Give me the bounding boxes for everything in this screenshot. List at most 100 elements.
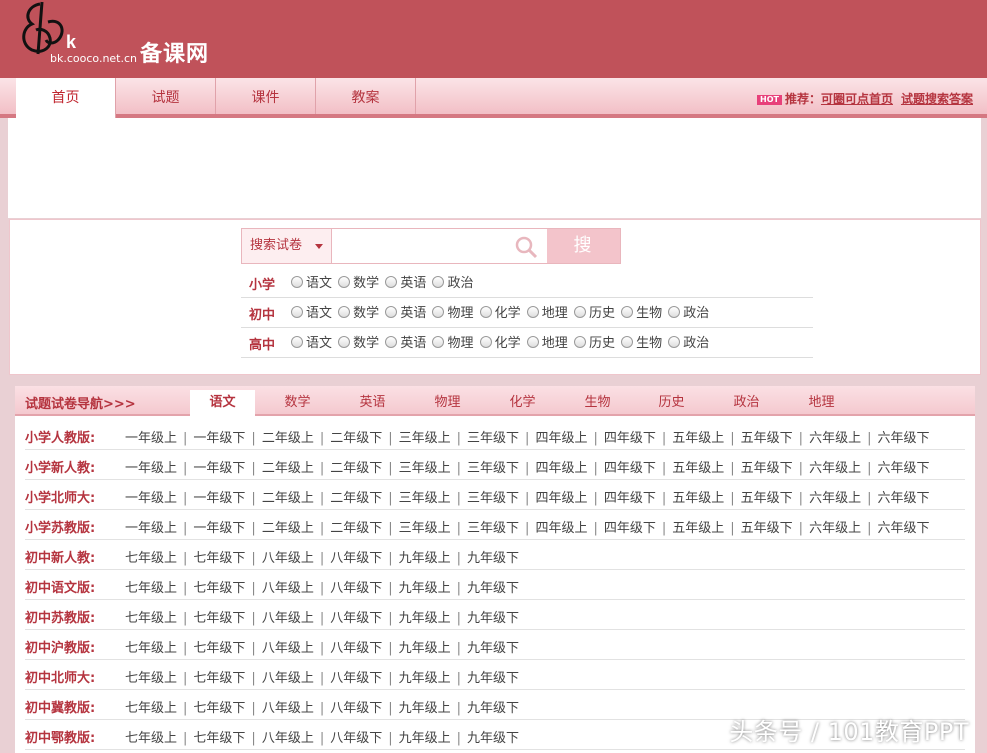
grade-link[interactable]: 七年级下 — [193, 637, 245, 656]
grade-link[interactable]: 六年级下 — [877, 517, 929, 536]
grade-link[interactable]: 七年级上 — [125, 607, 177, 626]
grade-link[interactable]: 五年级下 — [741, 427, 793, 446]
grade-link[interactable]: 五年级上 — [672, 427, 724, 446]
grade-link[interactable]: 七年级下 — [193, 667, 245, 686]
radio-button[interactable] — [432, 276, 445, 288]
grade-link[interactable]: 五年级下 — [741, 517, 793, 536]
grade-link[interactable]: 七年级上 — [125, 547, 177, 566]
subject-radio-option[interactable]: 英语 — [385, 272, 426, 291]
radio-button[interactable] — [479, 306, 492, 318]
radio-button[interactable] — [291, 276, 303, 288]
grade-link[interactable]: 四年级下 — [604, 457, 656, 476]
grade-link[interactable]: 七年级上 — [125, 667, 177, 686]
search-type-select[interactable]: 搜索试卷 — [242, 229, 332, 263]
grade-link[interactable]: 五年级上 — [672, 457, 724, 476]
grade-link[interactable]: 一年级上 — [125, 427, 177, 446]
grade-link[interactable]: 三年级下 — [467, 517, 519, 536]
grade-link[interactable]: 六年级上 — [809, 487, 861, 506]
subject-radio-option[interactable]: 历史 — [573, 332, 615, 351]
grade-link[interactable]: 四年级上 — [535, 427, 587, 446]
grade-link[interactable]: 二年级下 — [330, 457, 382, 476]
grade-link[interactable]: 七年级上 — [125, 697, 177, 716]
tab-subject-english[interactable]: 英语 — [340, 390, 405, 416]
grade-link[interactable]: 四年级下 — [604, 517, 656, 536]
tab-subject-politics[interactable]: 政治 — [714, 390, 779, 416]
grade-link[interactable]: 七年级下 — [193, 577, 245, 596]
radio-button[interactable] — [432, 306, 445, 318]
tab-subject-history[interactable]: 历史 — [639, 390, 704, 416]
subject-radio-option[interactable]: 生物 — [621, 302, 662, 321]
grade-link[interactable]: 七年级上 — [125, 727, 177, 746]
grade-link[interactable]: 三年级上 — [399, 457, 451, 476]
subject-radio-option[interactable]: 历史 — [573, 302, 615, 321]
subject-radio-option[interactable]: 物理 — [432, 302, 473, 321]
grade-link[interactable]: 八年级下 — [330, 637, 382, 656]
grade-link[interactable]: 二年级下 — [330, 517, 382, 536]
grade-link[interactable]: 一年级上 — [125, 487, 177, 506]
grade-link[interactable]: 八年级上 — [262, 697, 314, 716]
grade-link[interactable]: 八年级下 — [330, 577, 382, 596]
tab-lesson-plans[interactable]: 教案 — [316, 78, 416, 114]
grade-link[interactable]: 七年级下 — [193, 727, 245, 746]
grade-link[interactable]: 八年级上 — [262, 577, 314, 596]
grade-link[interactable]: 九年级下 — [467, 667, 519, 686]
grade-link[interactable]: 三年级上 — [399, 427, 451, 446]
grade-link[interactable]: 九年级下 — [467, 727, 519, 746]
grade-link[interactable]: 四年级上 — [535, 517, 587, 536]
grade-link[interactable]: 四年级上 — [535, 487, 587, 506]
grade-link[interactable]: 七年级上 — [125, 577, 177, 596]
grade-link[interactable]: 九年级下 — [467, 607, 519, 626]
recommend-link-question-search[interactable]: 试题搜索答案 — [901, 92, 973, 106]
grade-link[interactable]: 一年级下 — [193, 427, 245, 446]
tab-subject-math[interactable]: 数学 — [265, 390, 330, 416]
grade-link[interactable]: 九年级上 — [399, 697, 451, 716]
radio-button[interactable] — [385, 306, 398, 318]
radio-button[interactable] — [573, 306, 586, 318]
subject-radio-option[interactable]: 政治 — [432, 272, 473, 291]
radio-button[interactable] — [338, 306, 351, 318]
subject-radio-option[interactable]: 英语 — [385, 302, 426, 321]
grade-link[interactable]: 二年级下 — [330, 487, 382, 506]
radio-button[interactable] — [668, 306, 681, 318]
radio-button[interactable] — [291, 336, 303, 348]
site-logo[interactable]: k bk.cooco.net.cn 备课网 — [18, 0, 218, 70]
subject-radio-option[interactable]: 语文 — [291, 272, 332, 291]
grade-link[interactable]: 九年级上 — [399, 667, 451, 686]
grade-link[interactable]: 七年级上 — [125, 637, 177, 656]
tab-home[interactable]: 首页 — [16, 78, 116, 118]
tab-subject-biology[interactable]: 生物 — [565, 390, 630, 416]
grade-link[interactable]: 三年级上 — [399, 517, 451, 536]
subject-radio-option[interactable]: 英语 — [385, 332, 426, 351]
grade-link[interactable]: 四年级下 — [604, 427, 656, 446]
tab-subject-chemistry[interactable]: 化学 — [490, 390, 555, 416]
grade-link[interactable]: 七年级下 — [193, 607, 245, 626]
grade-link[interactable]: 四年级上 — [535, 457, 587, 476]
subject-radio-option[interactable]: 地理 — [526, 332, 568, 351]
grade-link[interactable]: 五年级上 — [672, 517, 724, 536]
grade-link[interactable]: 五年级下 — [741, 487, 793, 506]
radio-button[interactable] — [479, 336, 492, 348]
grade-link[interactable]: 八年级上 — [262, 667, 314, 686]
grade-link[interactable]: 八年级下 — [330, 667, 382, 686]
radio-button[interactable] — [526, 306, 539, 318]
grade-link[interactable]: 八年级下 — [330, 727, 382, 746]
grade-link[interactable]: 八年级下 — [330, 697, 382, 716]
grade-link[interactable]: 六年级上 — [809, 517, 861, 536]
grade-link[interactable]: 八年级下 — [330, 607, 382, 626]
subject-radio-option[interactable]: 地理 — [526, 302, 568, 321]
subject-radio-option[interactable]: 政治 — [668, 302, 709, 321]
grade-link[interactable]: 九年级下 — [467, 547, 519, 566]
recommend-link-cooco-home[interactable]: 可圈可点首页 — [821, 92, 893, 106]
grade-link[interactable]: 九年级上 — [399, 637, 451, 656]
subject-radio-option[interactable]: 生物 — [621, 332, 662, 351]
search-button[interactable]: 搜 索 — [547, 229, 620, 290]
grade-link[interactable]: 二年级下 — [330, 427, 382, 446]
tab-subject-geography[interactable]: 地理 — [789, 390, 854, 416]
subject-radio-option[interactable]: 化学 — [479, 332, 521, 351]
tab-questions[interactable]: 试题 — [116, 78, 216, 114]
grade-link[interactable]: 九年级上 — [399, 547, 451, 566]
subject-radio-option[interactable]: 语文 — [291, 332, 332, 351]
grade-link[interactable]: 六年级下 — [877, 487, 929, 506]
radio-button[interactable] — [338, 336, 351, 348]
grade-link[interactable]: 七年级下 — [193, 697, 245, 716]
